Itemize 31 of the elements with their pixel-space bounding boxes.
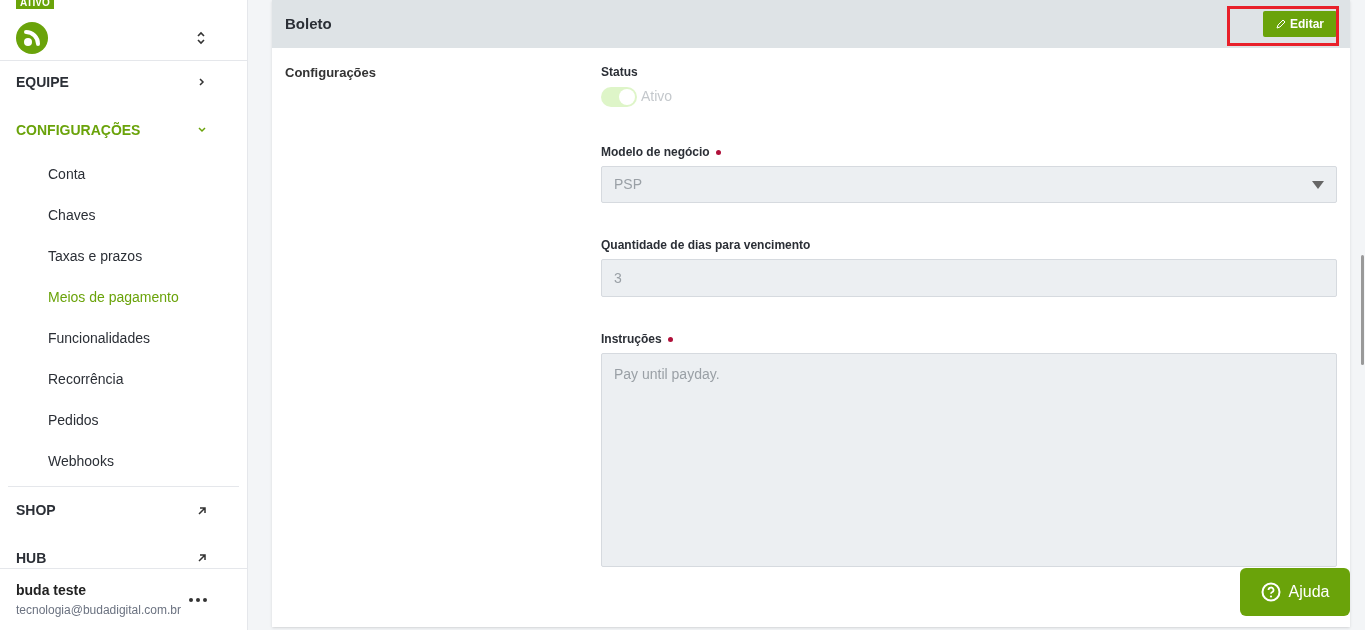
- expand-collapse-icon[interactable]: [195, 30, 207, 46]
- sidebar-item[interactable]: EQUIPE: [8, 61, 239, 106]
- dropdown-arrow-icon: [1312, 180, 1324, 189]
- field-label: Modelo de negócio: [601, 144, 710, 161]
- sidebar-item[interactable]: HUB: [8, 534, 239, 568]
- pencil-icon: [1276, 19, 1286, 29]
- field-label: Quantidade de dias para vencimento: [601, 237, 811, 254]
- external-link-icon: [197, 505, 207, 516]
- chevron-right-icon: [197, 77, 207, 87]
- scrollbar-thumb[interactable]: [1361, 255, 1364, 365]
- field-label: Instruções: [601, 331, 662, 348]
- chevron-down-icon: [197, 125, 207, 135]
- sidebar-item[interactable]: SHOP: [8, 486, 239, 534]
- submenu-item[interactable]: Chaves: [8, 195, 239, 236]
- submenu-item[interactable]: Conta: [8, 154, 239, 195]
- submenu-item[interactable]: Recorrência: [8, 359, 239, 400]
- external-link-icon: [197, 553, 207, 563]
- field-label: Status: [601, 64, 638, 81]
- submenu-item[interactable]: Pedidos: [8, 400, 239, 441]
- card-title: Boleto: [285, 13, 332, 34]
- submenu-item[interactable]: Webhooks: [8, 441, 239, 482]
- user-name: buda teste: [16, 581, 87, 600]
- toggle-label: Ativo: [641, 87, 673, 106]
- more-options-icon[interactable]: [189, 597, 207, 602]
- submenu-item[interactable]: Funcionalidades: [8, 318, 239, 359]
- submenu-item[interactable]: Taxas e prazos: [8, 236, 239, 277]
- help-icon: [1260, 582, 1281, 602]
- user-email: tecnologia@budadigital.com.br: [16, 602, 181, 619]
- toggle-switch[interactable]: [601, 86, 637, 107]
- section-label: Configurações: [285, 64, 377, 82]
- logo-icon: [16, 22, 48, 54]
